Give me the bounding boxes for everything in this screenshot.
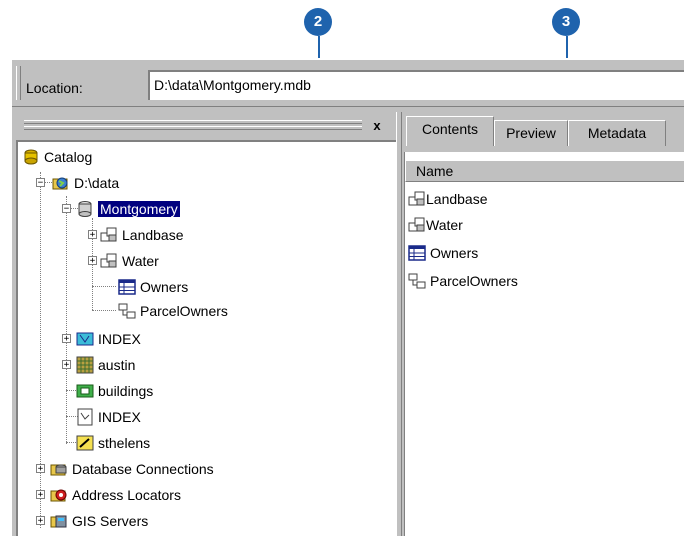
tree-item-label: Montgomery — [98, 201, 180, 217]
tree-grip-bottom[interactable] — [24, 126, 362, 130]
feature-dataset-icon — [100, 227, 117, 242]
tree-item-gis-servers[interactable]: GIS Servers — [50, 510, 148, 532]
collapse-box[interactable]: − — [62, 204, 71, 214]
catalog-icon — [24, 149, 38, 165]
table-icon — [408, 245, 426, 261]
tree-item-water[interactable]: Water — [100, 250, 159, 272]
tree-item-owners[interactable]: Owners — [118, 276, 188, 298]
pane-splitter[interactable] — [396, 112, 402, 536]
tree-line — [92, 286, 116, 287]
tree-item-label: Database Connections — [72, 461, 214, 477]
tab-preview[interactable]: Preview — [494, 120, 568, 146]
callout-2: 2 — [304, 8, 332, 36]
feature-class-icon — [77, 408, 93, 426]
folder-connection-icon — [52, 177, 68, 190]
tree-item-label: D:\data — [74, 175, 120, 191]
tree-item-label: Owners — [140, 279, 189, 295]
tree-item-landbase[interactable]: Landbase — [100, 224, 184, 246]
tree-item-label: Catalog — [44, 149, 93, 165]
collapse-box[interactable]: − — [36, 178, 45, 188]
expand-box[interactable]: + — [36, 464, 45, 474]
tree-item-label: Water — [122, 253, 159, 269]
tree-item-label: Landbase — [122, 227, 184, 243]
tree-line — [92, 310, 116, 311]
expand-box[interactable]: + — [62, 360, 71, 370]
tree-item-buildings[interactable]: buildings — [76, 380, 153, 402]
expand-box[interactable]: + — [88, 230, 97, 240]
location-label: Location: — [26, 80, 83, 96]
feature-dataset-icon — [408, 217, 425, 232]
tree-line — [40, 172, 41, 528]
address-locators-icon — [50, 489, 67, 502]
tree-item-index-coverage[interactable]: INDEX — [76, 328, 141, 350]
expand-box[interactable]: + — [88, 256, 97, 266]
contents-item-water[interactable]: Water — [408, 214, 463, 236]
table-icon — [118, 279, 136, 295]
tree-grip-top[interactable] — [24, 120, 362, 124]
tree-item-label: ParcelOwners — [140, 303, 228, 319]
contents-item-label: Landbase — [426, 191, 488, 207]
raster-icon — [76, 356, 94, 374]
feature-dataset-icon — [408, 191, 425, 206]
contents-item-owners[interactable]: Owners — [408, 242, 478, 264]
relationship-class-icon — [118, 303, 136, 319]
contents-item-label: Owners — [430, 245, 479, 261]
tree-item-label: INDEX — [98, 331, 141, 347]
contents-item-label: Water — [426, 217, 463, 233]
expand-box[interactable]: + — [36, 490, 45, 500]
layer-icon — [76, 435, 94, 451]
tree-item-catalog[interactable]: Catalog — [22, 146, 92, 168]
tree-item-label: GIS Servers — [72, 513, 149, 529]
relationship-class-icon — [408, 273, 426, 289]
feature-dataset-icon — [100, 253, 117, 268]
close-tree-button[interactable]: x — [368, 118, 386, 134]
tree-line — [66, 196, 67, 444]
tab-contents[interactable]: Contents — [406, 116, 494, 146]
shapefile-icon — [76, 384, 94, 398]
callout-3: 3 — [552, 8, 580, 36]
expand-box[interactable]: + — [36, 516, 45, 526]
contents-item-label: ParcelOwners — [430, 273, 518, 289]
gis-servers-icon — [50, 515, 67, 528]
tree-item-label: buildings — [98, 383, 154, 399]
tree-item-label: INDEX — [98, 409, 141, 425]
tree-item-label: austin — [98, 357, 136, 373]
tab-metadata[interactable]: Metadata — [568, 120, 666, 146]
contents-item-parcelowners[interactable]: ParcelOwners — [408, 270, 518, 292]
location-input[interactable]: D:\data\Montgomery.mdb — [148, 70, 684, 100]
location-bar-grip — [16, 66, 21, 100]
database-connections-icon — [50, 464, 67, 476]
tree-item-austin[interactable]: austin — [76, 354, 135, 376]
database-icon — [78, 201, 92, 217]
tree-item-sthelens[interactable]: sthelens — [76, 432, 150, 454]
column-header-name[interactable]: Name — [405, 160, 684, 182]
tree-item-montgomery[interactable]: Montgomery — [76, 198, 180, 220]
tree-item-database-connections[interactable]: Database Connections — [50, 458, 214, 480]
coverage-icon — [76, 332, 94, 346]
tree-item-address-locators[interactable]: Address Locators — [50, 484, 181, 506]
contents-item-landbase[interactable]: Landbase — [408, 188, 488, 210]
tree-item-index-featureclass[interactable]: INDEX — [76, 406, 141, 428]
tree-item-label: sthelens — [98, 435, 151, 451]
expand-box[interactable]: + — [62, 334, 71, 344]
tree-item-parcelowners[interactable]: ParcelOwners — [118, 300, 228, 322]
tree-item-label: Address Locators — [72, 487, 181, 503]
tree-item-data-folder[interactable]: D:\data — [52, 172, 119, 194]
